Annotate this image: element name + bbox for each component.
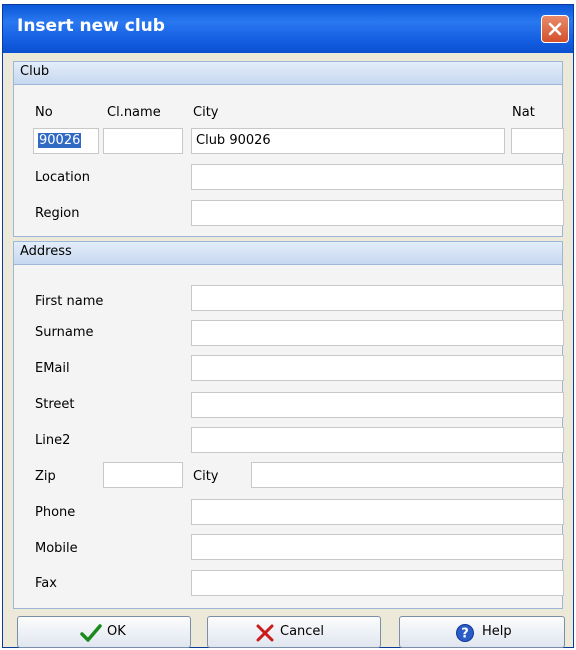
region-label: Region	[35, 206, 80, 221]
line2-label: Line2	[35, 433, 71, 448]
fax-label: Fax	[35, 576, 57, 591]
address-panel: Address First name Surname EMail Street …	[13, 241, 564, 609]
clname-field[interactable]	[103, 128, 183, 154]
club-city-label: City	[193, 105, 219, 120]
window-title: Insert new club	[17, 16, 165, 36]
clname-label: Cl.name	[107, 105, 161, 120]
email-field[interactable]	[191, 355, 564, 381]
ok-button[interactable]: OK	[17, 616, 191, 648]
title-bar[interactable]: Insert new club	[3, 5, 573, 53]
street-field[interactable]	[191, 392, 564, 418]
club-panel: Club No Cl.name City Nat 90026 Club 9002…	[13, 61, 564, 237]
street-label: Street	[35, 397, 75, 412]
phone-label: Phone	[35, 505, 76, 520]
checkmark-icon	[80, 624, 102, 642]
mobile-field[interactable]	[191, 534, 564, 560]
cancel-label: Cancel	[280, 624, 325, 639]
phone-field[interactable]	[191, 499, 564, 525]
insert-club-dialog: Insert new club Club No Cl.name City Nat…	[2, 4, 574, 648]
nat-field[interactable]	[511, 128, 564, 154]
address-section-title: Address	[20, 244, 72, 259]
line2-field[interactable]	[191, 427, 564, 453]
surname-field[interactable]	[191, 320, 564, 346]
help-label: Help	[482, 624, 512, 639]
help-icon: ?	[456, 624, 474, 642]
no-field[interactable]: 90026	[33, 128, 99, 154]
email-label: EMail	[35, 361, 70, 376]
no-field-value: 90026	[38, 133, 82, 148]
region-field[interactable]	[191, 200, 564, 226]
cancel-button[interactable]: Cancel	[207, 616, 381, 648]
address-city-field[interactable]	[251, 462, 564, 488]
close-icon	[548, 22, 562, 36]
location-field[interactable]	[191, 164, 564, 190]
zip-label: Zip	[35, 469, 56, 484]
location-label: Location	[35, 170, 90, 185]
address-city-label: City	[193, 469, 219, 484]
fax-field[interactable]	[191, 570, 564, 596]
close-button[interactable]	[541, 15, 569, 43]
address-panel-header: Address	[14, 242, 562, 265]
help-button[interactable]: ? Help	[399, 616, 565, 648]
first-name-field[interactable]	[191, 285, 564, 311]
surname-label: Surname	[35, 325, 94, 340]
x-icon	[256, 624, 274, 642]
club-section-title: Club	[20, 64, 50, 79]
zip-field[interactable]	[103, 462, 183, 488]
mobile-label: Mobile	[35, 541, 78, 556]
club-city-field[interactable]: Club 90026	[191, 128, 505, 154]
first-name-label: First name	[35, 294, 104, 309]
ok-label: OK	[107, 624, 126, 639]
club-panel-header: Club	[14, 62, 562, 85]
svg-text:?: ?	[461, 627, 469, 642]
no-label: No	[35, 105, 53, 120]
nat-label: Nat	[512, 105, 535, 120]
